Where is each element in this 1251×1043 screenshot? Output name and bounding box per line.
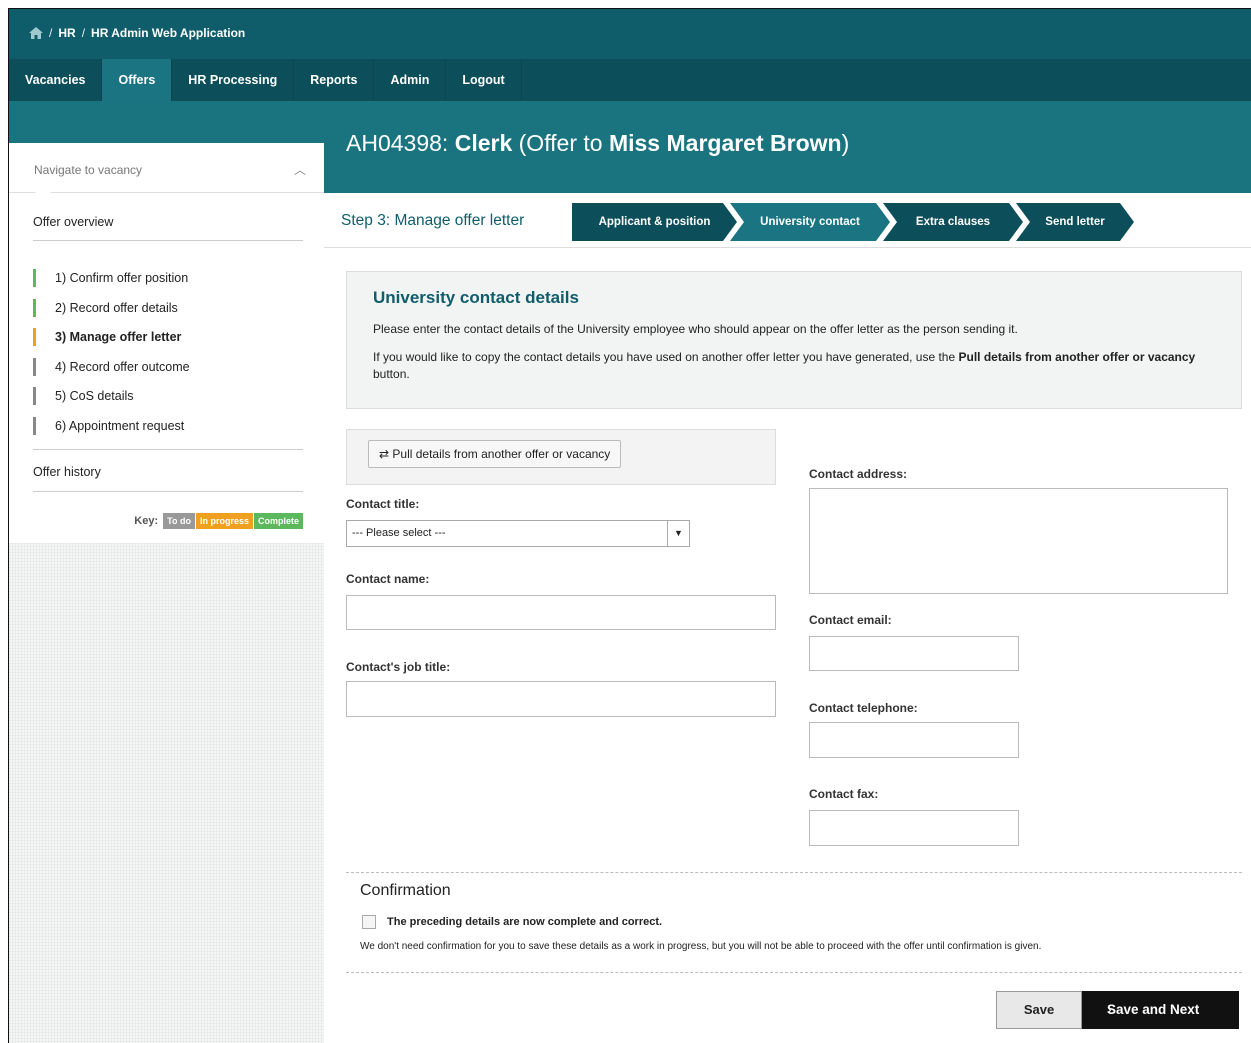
pull-details-box: ⇄ Pull details from another offer or vac… xyxy=(346,429,776,485)
caret-down-icon: ▼ xyxy=(667,521,689,546)
job-title-input[interactable] xyxy=(346,681,776,717)
info-text-2-end: button. xyxy=(373,367,410,381)
step-prefix: Step 3: xyxy=(341,212,391,229)
contact-address-label: Contact address: xyxy=(809,467,908,481)
breadcrumb-separator: / xyxy=(81,26,86,40)
status-key: Key: To do In progress Complete xyxy=(33,513,303,529)
nav-hr-processing[interactable]: HR Processing xyxy=(172,59,295,101)
contact-email-input[interactable] xyxy=(809,636,1019,671)
dropdown-notch xyxy=(35,192,51,200)
job-title-label: Contact's job title: xyxy=(346,660,451,674)
contact-name-input[interactable] xyxy=(346,595,776,630)
step-appointment-request[interactable]: 6) Appointment request xyxy=(33,416,303,447)
chevron-right-icon: › xyxy=(1107,1002,1112,1017)
contact-title-label: Contact title: xyxy=(346,497,420,511)
pull-details-button[interactable]: ⇄ Pull details from another offer or vac… xyxy=(368,440,622,468)
confirmation-checkbox-label[interactable]: The preceding details are now complete a… xyxy=(387,916,662,928)
sidebar-background xyxy=(9,543,324,1043)
key-complete-badge: Complete xyxy=(253,513,303,529)
step-record-offer-outcome[interactable]: 4) Record offer outcome xyxy=(33,357,303,388)
key-label: Key: xyxy=(134,515,159,527)
tab-applicant-position[interactable]: Applicant & position xyxy=(572,203,737,241)
breadcrumb-separator: / xyxy=(49,26,53,40)
title-offer-to: (Offer to xyxy=(518,130,603,156)
info-text-1: Please enter the contact details of the … xyxy=(373,322,1018,336)
contact-telephone-input[interactable] xyxy=(809,722,1019,758)
contact-name-label: Contact name: xyxy=(346,572,430,586)
breadcrumb-hr[interactable]: HR xyxy=(58,26,75,40)
main-nav: Vacancies Offers HR Processing Reports A… xyxy=(9,59,1251,101)
divider xyxy=(346,972,1242,973)
tab-university-contact[interactable]: University contact xyxy=(730,203,890,241)
nav-reports[interactable]: Reports xyxy=(294,59,375,101)
contact-fax-label: Contact fax: xyxy=(809,787,879,801)
confirmation-note: We don't need confirmation for you to sa… xyxy=(360,941,1042,952)
step-manage-offer-letter[interactable]: 3) Manage offer letter xyxy=(33,328,303,358)
confirmation-heading: Confirmation xyxy=(360,882,451,899)
contact-fax-input[interactable] xyxy=(809,810,1019,846)
vacancy-ref: AH04398: xyxy=(346,130,449,156)
contact-title-value: --- Please select --- xyxy=(352,527,446,539)
page-title: AH04398: Clerk (Offer to Miss Margaret B… xyxy=(346,130,849,157)
position-name: Clerk xyxy=(454,130,513,156)
info-panel: University contact details Please enter … xyxy=(346,271,1242,409)
sidebar: Navigate to vacancy ︿ Offer overview 1) … xyxy=(9,143,324,1043)
divider xyxy=(33,240,303,241)
chevron-up-icon[interactable]: ︿ xyxy=(294,161,306,178)
step-record-offer-details[interactable]: 2) Record offer details xyxy=(33,298,303,329)
contact-email-label: Contact email: xyxy=(809,613,892,627)
step-title: Step 3: Manage offer letter xyxy=(341,212,524,230)
title-close: ) xyxy=(841,130,850,156)
info-heading: University contact details xyxy=(373,288,579,307)
save-and-next-button[interactable]: Save and Next › xyxy=(1082,991,1239,1029)
breadcrumb-app[interactable]: HR Admin Web Application xyxy=(91,26,245,40)
key-in-progress-badge: In progress xyxy=(195,513,253,529)
swap-icon: ⇄ xyxy=(379,447,390,461)
step-name: Manage offer letter xyxy=(394,212,525,229)
contact-telephone-label: Contact telephone: xyxy=(809,701,918,715)
contact-title-select[interactable]: --- Please select --- ▼ xyxy=(346,520,690,547)
divider xyxy=(346,872,1242,873)
info-text-2-start: If you would like to copy the contact de… xyxy=(373,350,959,364)
tab-extra-clauses[interactable]: Extra clauses xyxy=(883,203,1023,241)
offer-steps: 1) Confirm offer position 2) Record offe… xyxy=(33,269,303,446)
confirmation-checkbox[interactable] xyxy=(362,915,376,929)
offer-history-link[interactable]: Offer history xyxy=(33,465,303,479)
navigate-to-vacancy-label: Navigate to vacancy xyxy=(34,163,143,177)
step-bar: Step 3: Manage offer letter Applicant & … xyxy=(324,193,1251,248)
navigate-to-vacancy[interactable]: Navigate to vacancy ︿ xyxy=(9,143,324,200)
nav-admin[interactable]: Admin xyxy=(374,59,447,101)
info-text-2-bold: Pull details from another offer or vacan… xyxy=(958,350,1196,364)
info-text-2: If you would like to copy the contact de… xyxy=(373,349,1223,383)
breadcrumb: / HR / HR Admin Web Application xyxy=(29,26,245,40)
tab-send-letter[interactable]: Send letter xyxy=(1016,203,1134,241)
nav-offers[interactable]: Offers xyxy=(102,59,173,101)
applicant-name: Miss Margaret Brown xyxy=(608,130,842,156)
nav-logout[interactable]: Logout xyxy=(446,59,522,101)
save-button[interactable]: Save xyxy=(996,991,1082,1029)
divider xyxy=(33,491,303,492)
pull-details-label: Pull details from another offer or vacan… xyxy=(392,447,611,461)
breadcrumb-bar: / HR / HR Admin Web Application xyxy=(9,9,1251,59)
contact-address-textarea[interactable] xyxy=(809,488,1228,594)
app-window: / HR / HR Admin Web Application Vacancie… xyxy=(8,8,1251,1043)
key-todo-badge: To do xyxy=(163,513,195,529)
step-cos-details[interactable]: 5) CoS details xyxy=(33,387,303,417)
step-confirm-offer-position[interactable]: 1) Confirm offer position xyxy=(33,269,303,299)
home-icon[interactable] xyxy=(29,27,43,39)
nav-vacancies[interactable]: Vacancies xyxy=(9,59,103,101)
divider xyxy=(33,449,303,450)
offer-overview-link[interactable]: Offer overview xyxy=(33,215,303,229)
